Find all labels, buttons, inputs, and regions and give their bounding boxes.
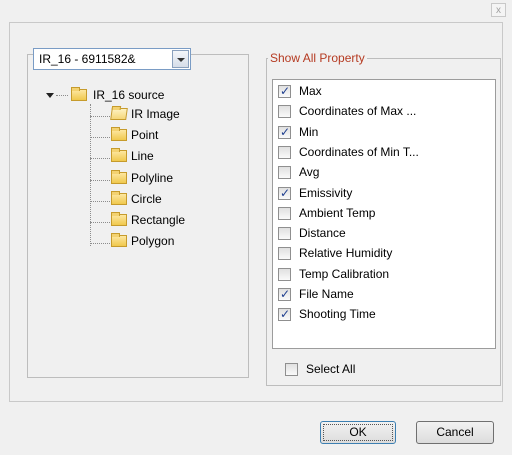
checkbox[interactable] (278, 145, 291, 159)
folder-icon (111, 127, 127, 142)
checked-checkbox[interactable] (278, 186, 291, 200)
folder-icon (71, 87, 87, 101)
property-label: Coordinates of Min T... (299, 144, 419, 159)
checkbox[interactable] (278, 105, 291, 119)
tree-connector (90, 200, 110, 202)
property-group-title: Show All Property (268, 51, 367, 65)
chevron-down-icon[interactable] (172, 50, 189, 68)
tree-item-label: IR Image (131, 107, 180, 121)
source-combobox[interactable]: IR_16 - 6911582& (33, 48, 191, 70)
cancel-button-label: Cancel (436, 425, 474, 439)
property-label: Temp Calibration (299, 266, 390, 281)
tree-item-label: Circle (131, 191, 162, 206)
property-label: Shooting Time (299, 307, 376, 322)
tree-connector (90, 104, 91, 246)
tree-connector (56, 95, 68, 96)
checkbox[interactable] (278, 206, 291, 220)
tree-root-label: IR_16 source (93, 88, 165, 102)
property-label: Avg (299, 165, 320, 180)
tree-connector (90, 243, 110, 245)
select-all-label: Select All (306, 362, 356, 376)
property-label: File Name (299, 287, 354, 301)
expand-arrow-icon[interactable] (46, 93, 54, 98)
property-label: Distance (299, 226, 346, 241)
title-bar: x (0, 0, 512, 22)
property-label: Relative Humidity (299, 246, 393, 261)
tree-item-label: Line (131, 149, 154, 164)
checked-checkbox[interactable] (278, 307, 291, 322)
checked-checkbox[interactable] (278, 125, 291, 139)
checkbox[interactable] (278, 267, 291, 281)
ok-button[interactable]: OK (320, 421, 396, 444)
source-combobox-value: IR_16 - 6911582& (39, 52, 136, 66)
folder-icon (111, 190, 127, 205)
select-all-checkbox[interactable]: Select All (285, 361, 385, 381)
tree-item-label: Point (131, 128, 159, 143)
property-label: Ambient Temp (299, 205, 376, 220)
property-label: Emissivity (299, 185, 353, 200)
tree-item-label: Rectangle (131, 213, 186, 227)
folder-icon (111, 148, 127, 163)
property-label: Max (299, 84, 322, 98)
checkbox[interactable] (278, 166, 291, 180)
tree-item-label: Polyline (131, 170, 174, 185)
checked-checkbox[interactable] (278, 84, 291, 98)
folder-icon (111, 212, 127, 226)
close-icon[interactable]: x (491, 3, 506, 17)
property-label: Coordinates of Max ... (299, 104, 417, 119)
select-all-box[interactable] (285, 363, 298, 376)
property-list: Max Coordinates of Max ... Min Coordinates … (272, 79, 496, 349)
tree-connector (90, 116, 110, 117)
tree-connector (90, 179, 110, 181)
property-label: Min (299, 124, 319, 139)
tree-connector (90, 222, 110, 223)
checked-checkbox[interactable] (278, 287, 291, 301)
ok-focus-ring (323, 424, 393, 441)
tree-connector (90, 158, 110, 160)
checkbox[interactable] (278, 247, 291, 261)
folder-icon (111, 233, 127, 248)
folder-icon (111, 169, 127, 184)
cancel-button[interactable]: Cancel (416, 421, 494, 444)
checkbox[interactable] (278, 227, 291, 241)
tree-connector (90, 137, 110, 139)
tree-item-label: Polygon (131, 234, 175, 249)
folder-open-icon (110, 108, 128, 120)
